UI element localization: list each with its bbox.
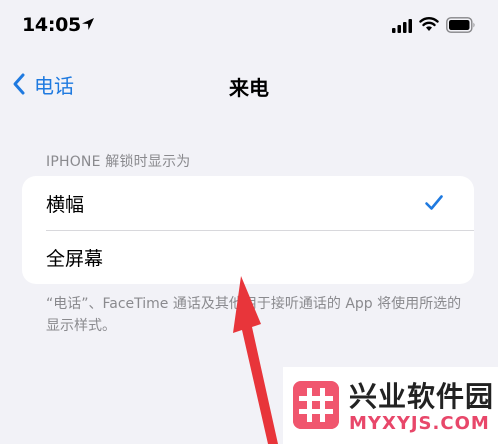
cellular-signal-icon xyxy=(392,19,412,33)
checkmark-icon xyxy=(425,195,443,210)
section-footer: “电话”、FaceTime 通话及其他用于接听通话的 App 将使用所选的显示样… xyxy=(46,296,462,334)
wifi-icon xyxy=(419,17,439,31)
section-header: IPHONE 解锁时显示为 xyxy=(46,154,191,170)
option-banner[interactable]: 横幅 xyxy=(22,176,474,230)
option-label: 横幅 xyxy=(46,194,85,216)
watermark-title: 兴业软件园 xyxy=(349,380,495,413)
page-title: 来电 xyxy=(229,76,269,100)
display-style-options: 横幅 全屏幕 xyxy=(22,176,474,284)
location-arrow-icon xyxy=(82,18,94,30)
hashtag-logo-icon xyxy=(293,381,339,429)
status-time: 14:05 xyxy=(22,14,81,36)
option-full-screen[interactable]: 全屏幕 xyxy=(22,230,474,284)
battery-icon xyxy=(446,17,475,33)
watermark: 兴业软件园 MYXYJS.COM xyxy=(283,367,498,444)
status-bar: 14:05 xyxy=(0,0,498,52)
watermark-url: MYXYJS.COM xyxy=(349,413,490,434)
option-label: 全屏幕 xyxy=(46,248,104,270)
navigation-bar: 电话 来电 xyxy=(0,62,498,106)
